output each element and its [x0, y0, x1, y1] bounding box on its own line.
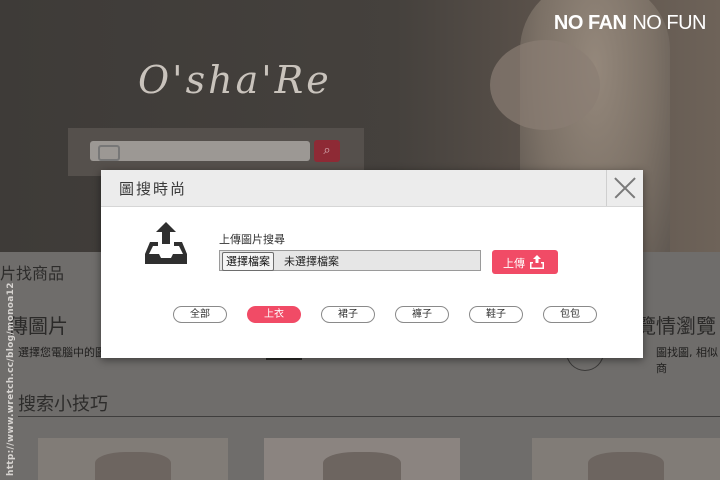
upload-photo-desc: 選擇您電腦中的圖 [18, 346, 106, 359]
category-shoes[interactable]: 鞋子 [469, 306, 523, 323]
close-icon[interactable] [606, 170, 643, 206]
model-scarf [490, 40, 600, 130]
brand-light: NO FUN [632, 12, 706, 34]
upload-label: 上傳圖片搜尋 [219, 233, 285, 246]
product-card[interactable] [38, 438, 228, 480]
watermark-text: http://www.wretch.cc/blog/monoa12 [6, 282, 16, 476]
upload-button-label: 上傳 [503, 257, 525, 270]
category-pants[interactable]: 褲子 [395, 306, 449, 323]
watermark: http://www.wretch.cc/blog/monoa12 [4, 282, 18, 476]
section-heading-find: 片找商品 [0, 264, 65, 283]
divider [18, 416, 720, 417]
category-all[interactable]: 全部 [173, 306, 227, 323]
site-logo: O'sha'Re [138, 58, 332, 102]
brand-mark: NO FAN NO FUN [553, 10, 707, 35]
product-image [95, 452, 171, 480]
browse-heading: 覽情瀏覽 [636, 314, 716, 338]
upload-icon [530, 255, 544, 269]
product-card[interactable] [532, 438, 720, 480]
tray-upload-icon [145, 222, 187, 264]
product-image [588, 452, 664, 480]
search-bar: ⌕ [68, 128, 364, 176]
category-tops[interactable]: 上衣 [247, 306, 301, 323]
dialog-title: 圖搜時尚 [119, 180, 188, 198]
search-icon: ⌕ [323, 143, 331, 158]
image-search-dialog: 圖搜時尚 上傳圖片搜尋 選擇檔案 未選擇檔案 上傳 全部 上衣 裙子 褲子 鞋子… [101, 170, 643, 358]
upload-button[interactable]: 上傳 [492, 250, 558, 274]
file-status: 未選擇檔案 [284, 255, 339, 268]
category-filters: 全部 上衣 裙子 褲子 鞋子 包包 [173, 306, 613, 326]
browse-desc: 圖找圖, 相似商 [656, 346, 718, 375]
brand-bold: NO FAN [553, 12, 627, 34]
file-input[interactable]: 選擇檔案 未選擇檔案 [219, 250, 481, 271]
search-input[interactable] [90, 141, 310, 161]
dialog-header: 圖搜時尚 [101, 170, 643, 207]
product-card[interactable] [264, 438, 460, 480]
product-image [322, 452, 402, 480]
tips-heading: 搜索小技巧 [18, 394, 108, 415]
category-bags[interactable]: 包包 [543, 306, 597, 323]
search-button[interactable]: ⌕ [314, 140, 340, 162]
category-skirts[interactable]: 裙子 [321, 306, 375, 323]
camera-icon[interactable] [98, 145, 120, 161]
choose-file-button[interactable]: 選擇檔案 [222, 252, 274, 271]
